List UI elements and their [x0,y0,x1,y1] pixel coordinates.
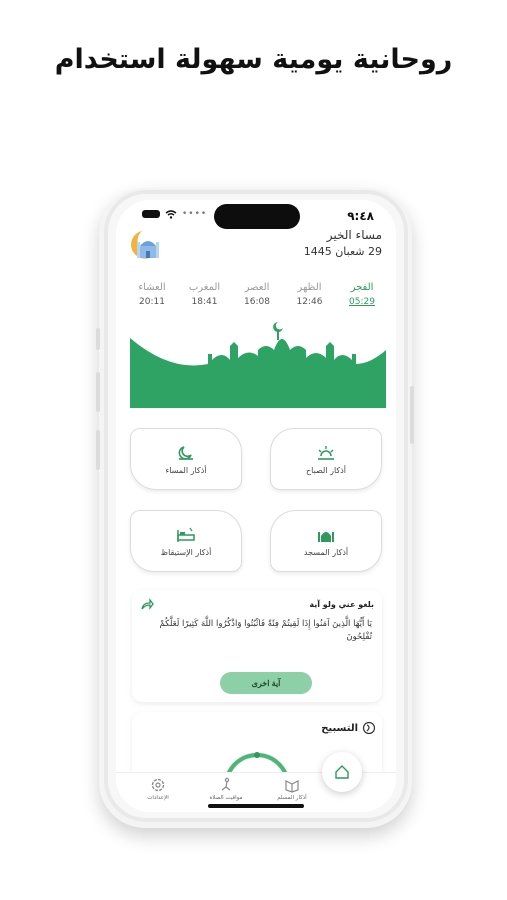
verse-text: يَا أَيُّهَا الَّذِينَ آمَنُوا إِذَا لَق… [159,619,372,642]
prayer-isha[interactable]: العشاء 20:11 [128,282,176,307]
prayer-asr[interactable]: العصر 16:08 [233,282,281,307]
card-label: أذكار المسجد [303,547,349,557]
card-morning-adhkar[interactable]: أذكار الصباح [270,428,382,490]
headline: روحانية يومية سهولة استخدام [54,44,453,75]
sun-icon [318,445,334,460]
tab-settings[interactable]: الإعدادات [128,777,188,801]
status-icons: •••• [142,209,207,219]
adhkar-icon [285,780,299,793]
wifi-icon [165,209,177,219]
phone: ٩:٤٨ •••• مساء الخير 29 شعبان 1445 الفجر [104,190,408,822]
signal-icon: •••• [182,209,208,219]
prayer-time: 18:41 [191,297,218,307]
moon-icon [178,445,193,460]
card-evening-adhkar[interactable]: أذكار المساء [130,428,242,490]
mosque-skyline-illustration [130,322,386,408]
prayer-time: 16:08 [244,297,270,307]
prayer-name: الفجر [350,282,374,293]
tab-adhkar[interactable]: أذكار المسلم [262,777,322,801]
prayer-name: المغرب [188,282,221,293]
moon-mosque-avatar [131,231,159,259]
prayer-maghrib[interactable]: المغرب 18:41 [181,282,229,307]
battery-icon [142,210,160,218]
side-button-left-1 [96,328,100,350]
verse-card: بلغو عني ولو آية يَا أَيُّهَا الَّذِينَ … [132,590,382,702]
prayer-times-row: الفجر 05:29 الظهر 12:46 العصر 16:08 المغ… [128,282,386,307]
prayer-time: 05:29 [349,297,375,307]
prayer-icon [221,777,231,791]
prayer-time: 12:46 [296,297,323,307]
dynamic-island [214,204,300,229]
mosque-icon [318,531,334,542]
home-indicator [208,804,304,808]
home-button[interactable] [322,752,362,792]
tab-label: الإعدادات [147,795,169,801]
card-mosque-adhkar[interactable]: أذكار المسجد [270,510,382,572]
app-screen: ٩:٤٨ •••• مساء الخير 29 شعبان 1445 الفجر [116,200,396,812]
hijri-date: 29 شعبان 1445 [303,245,382,258]
card-label: أذكار الصباح [305,465,347,475]
side-button-right [410,386,414,444]
status-time: ٩:٤٨ [347,209,374,223]
bed-icon [177,527,195,542]
prayer-time: 20:11 [139,297,165,307]
tab-label: مواقيت الصلاة [209,795,243,801]
greeting: مساء الخير [326,228,382,242]
card-label: أذكار المساء [165,465,207,475]
card-label: أذكار الإستيقاظ [160,547,212,557]
tasbih-title: التسبيح [321,723,358,734]
side-button-left-3 [96,430,100,470]
prayer-name: العشاء [138,282,166,293]
tab-prayer-times[interactable]: مواقيت الصلاة [196,777,256,801]
prayer-dhuhr[interactable]: الظهر 12:46 [286,282,334,307]
card-wakeup-adhkar[interactable]: أذكار الإستيقاظ [130,510,242,572]
another-verse-button[interactable]: آية اخرى [220,672,312,694]
share-icon[interactable] [140,597,154,611]
verse-title: بلغو عني ولو آية [309,600,374,609]
prayer-fajr[interactable]: الفجر 05:29 [338,282,386,307]
tasbih-icon [362,721,376,735]
prayer-name: الظهر [297,282,322,293]
side-button-left-2 [96,372,100,412]
prayer-name: العصر [244,282,270,293]
tab-label: أذكار المسلم [277,795,307,801]
home-icon [335,765,349,779]
settings-icon [151,778,165,792]
